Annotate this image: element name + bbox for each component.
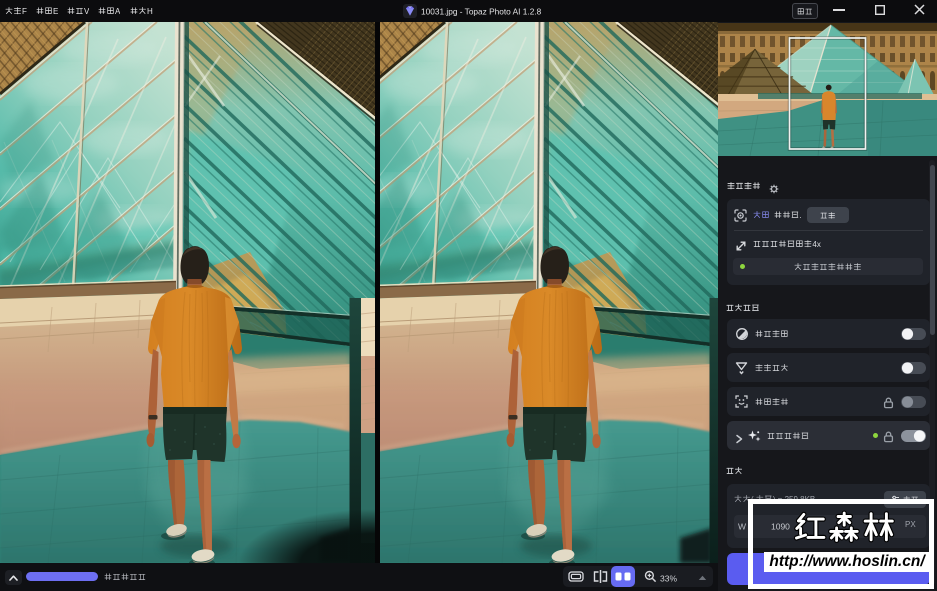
- svg-text:.: .: [799, 211, 801, 220]
- svg-text:V: V: [84, 7, 89, 16]
- svg-text:10031.jpg - Topaz Photo AI 1.2: 10031.jpg - Topaz Photo AI 1.2.8: [421, 7, 541, 17]
- svg-text:4x: 4x: [812, 240, 820, 249]
- svg-text:E: E: [53, 7, 58, 16]
- svg-text:H: H: [147, 7, 153, 16]
- svg-text:A: A: [115, 7, 120, 16]
- svg-text:33%: 33%: [660, 573, 677, 583]
- svg-text:F: F: [22, 7, 27, 16]
- svg-text:W: W: [738, 522, 746, 532]
